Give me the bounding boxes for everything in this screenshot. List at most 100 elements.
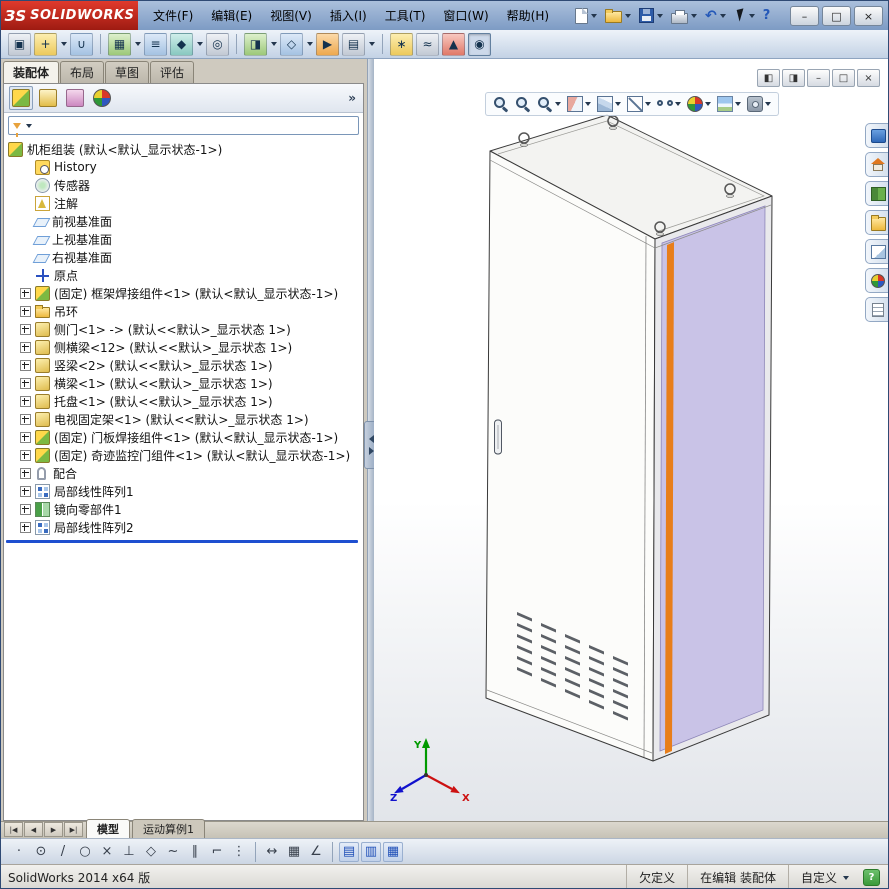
view-palette-tab[interactable] [865,239,888,264]
assembly-features-button[interactable]: ◨ [244,32,267,56]
triad-z-axis[interactable] [401,774,427,790]
model-tab[interactable]: 运动算例1 [132,819,205,838]
new-motion-study-button[interactable]: ▶ [316,32,339,56]
tree-item[interactable]: 电视固定架<1> (默认<<默认>_显示状态 1>) [4,410,363,428]
triad-x-axis[interactable] [425,774,453,790]
expander-icon[interactable] [20,503,31,515]
reference-geometry-button[interactable]: ◇ [280,32,303,56]
tree-item[interactable]: 竖梁<2> (默认<<默认>_显示状态 1>) [4,356,363,374]
expander-icon[interactable] [20,287,31,299]
view-settings-button[interactable] [747,96,771,112]
tree-item[interactable]: 侧门<1> -> (默认<<默认>_显示状态 1>) [4,320,363,338]
custom-properties-tab[interactable] [865,297,888,322]
zoom-to-fit-button[interactable] [493,96,509,112]
dropdown-arrow-icon[interactable] [748,13,755,18]
tree-item[interactable]: (固定) 框架焊接组件<1> (默认<默认_显示状态-1>) [4,284,363,302]
panel-tab[interactable]: 草图 [105,61,150,83]
exploded-view-button[interactable]: ∗ [390,32,413,56]
display-style-button[interactable] [627,96,651,112]
insert-components-button[interactable]: + [34,32,57,56]
next-tab-button[interactable]: ▶ [44,822,63,837]
tree-item[interactable]: 局部线性阵列1 [4,482,363,500]
expander-icon[interactable] [20,467,31,479]
doc-restore-button[interactable]: □ [832,69,855,87]
expander-icon[interactable] [20,521,31,533]
expander-icon[interactable] [20,449,31,461]
first-tab-button[interactable]: |◀ [4,822,23,837]
doc-minimize-button[interactable]: – [807,69,830,87]
doc-close-button[interactable]: × [857,69,880,87]
expander-icon[interactable] [20,431,31,443]
side-panel[interactable] [659,205,766,752]
last-tab-button[interactable]: ▶| [64,822,83,837]
instant3d-button[interactable]: ◉ [468,32,491,56]
tree-item[interactable]: 传感器 [4,176,363,194]
dropdown-arrow-icon[interactable] [645,102,651,106]
model-tab[interactable]: 模型 [86,819,130,838]
move-component-button[interactable]: ◆ [170,32,193,56]
help-button[interactable]: ? [760,6,774,25]
menu-item[interactable]: 帮助(H) [498,1,558,30]
expander-icon[interactable] [20,413,31,425]
line-button[interactable]: / [53,842,73,862]
minimize-button[interactable]: – [790,6,819,26]
save-document-button[interactable] [636,6,666,25]
tree-item[interactable]: History [4,158,363,176]
point-button[interactable]: × [97,842,117,862]
corner-rectangle-button[interactable]: ⌐ [207,842,227,862]
design-library-tab[interactable] [865,181,888,206]
dropdown-arrow-icon[interactable] [591,13,598,18]
dropdown-arrow-icon[interactable] [197,42,203,46]
tree-item[interactable]: (固定) 奇迹监控门组件<1> (默认<默认_显示状态-1>) [4,446,363,464]
restore-button[interactable]: □ [822,6,851,26]
panel-tab[interactable]: 布局 [60,61,105,83]
interference-detection-button[interactable]: ▲ [442,32,465,56]
pane-right-button[interactable]: ◨ [782,69,805,87]
spline-button[interactable]: ~ [163,842,183,862]
menu-item[interactable]: 文件(F) [144,1,202,30]
tree-item[interactable]: 右视基准面 [4,248,363,266]
dropdown-arrow-icon[interactable] [735,102,741,106]
graphics-area[interactable]: ◧ ◨ – □ × Y X Z [374,59,889,821]
dropdown-arrow-icon[interactable] [719,13,726,18]
dropdown-arrow-icon[interactable] [271,42,277,46]
pane-left-button[interactable]: ◧ [757,69,780,87]
tree-item[interactable]: (固定) 门板焊接组件<1> (默认<默认_显示状态-1>) [4,428,363,446]
hide-show-items-button[interactable] [657,96,681,112]
expander-icon[interactable] [20,395,31,407]
zoom-to-area-button[interactable] [515,96,531,112]
view-orientation-button[interactable] [597,96,621,112]
panel-overflow-button[interactable]: » [346,91,358,105]
dropdown-arrow-icon[interactable] [615,102,621,106]
expander-icon[interactable] [20,305,31,317]
tree-item[interactable]: 横梁<1> (默认<<默认>_显示状态 1>) [4,374,363,392]
circle-button[interactable]: ○ [75,842,95,862]
propertymanager-tab[interactable] [36,86,60,110]
tree-item[interactable]: 原点 [4,266,363,284]
show-hidden-components-button[interactable]: ◎ [206,32,229,56]
configurationmanager-tab[interactable] [63,86,87,110]
edit-component-button[interactable]: ▣ [8,32,31,56]
apply-scene-button[interactable] [717,96,741,112]
mate-button[interactable]: ∪ [70,32,93,56]
door-handle[interactable] [494,419,502,455]
appearances-scenes-tab[interactable] [865,268,888,293]
bill-of-materials-button[interactable]: ▤ [342,32,365,56]
help-badge[interactable]: ? [863,869,880,886]
explode-line-sketch-button[interactable]: ≈ [416,32,439,56]
prev-tab-button[interactable]: ◀ [24,822,43,837]
tree-item[interactable]: 局部线性阵列2 [4,518,363,536]
dropdown-arrow-icon[interactable] [625,13,632,18]
polygon-button[interactable]: ◇ [141,842,161,862]
file-explorer-tab[interactable] [865,210,888,235]
tree-item[interactable]: 机柜组装 (默认<默认_显示状态-1>) [4,140,363,158]
cabinet-model[interactable] [374,59,889,821]
smart-fasteners-button[interactable]: ≡ [144,32,167,56]
linear-component-pattern-button[interactable]: ▦ [108,32,131,56]
dropdown-arrow-icon[interactable] [705,102,711,106]
orientation-triad[interactable]: Y X Z [388,733,480,811]
grid-button[interactable]: ▦ [284,842,304,862]
dropdown-arrow-icon[interactable] [369,42,375,46]
tree-item[interactable]: 上视基准面 [4,230,363,248]
angle-button[interactable]: ∠ [306,842,326,862]
